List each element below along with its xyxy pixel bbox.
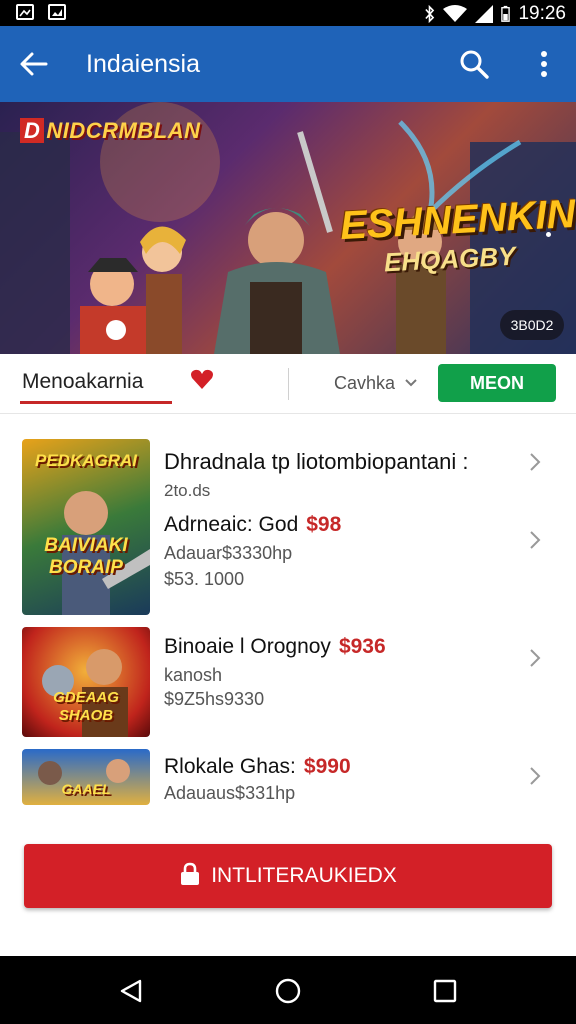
chevron-right-icon[interactable] xyxy=(528,451,542,473)
product-thumbnail: GDEAAG SHAOB xyxy=(22,627,150,737)
product-meta: 2to.ds xyxy=(164,481,211,500)
chevron-right-icon[interactable] xyxy=(528,529,542,551)
wifi-icon xyxy=(443,5,468,22)
banner-tag: D NIDCRMBLAN xyxy=(20,118,200,144)
product-price: $990 xyxy=(303,755,351,778)
recents-square-icon[interactable] xyxy=(432,978,458,1004)
back-arrow-icon[interactable] xyxy=(18,50,48,78)
product-detail: Adauar$3330hp xyxy=(164,543,293,563)
chevron-right-icon[interactable] xyxy=(528,765,542,787)
product-price: $98 xyxy=(306,513,342,536)
product-title: Dhradnala tp liotombiopantani : xyxy=(164,449,469,474)
product-detail: $9Z5hs9330 xyxy=(164,689,265,709)
product-detail: $53. 1000 xyxy=(164,569,245,589)
product-price: $936 xyxy=(338,635,386,658)
primary-action-button[interactable]: INTLITERAUKIEDX xyxy=(24,844,552,908)
tab-active[interactable]: Menoakarnia xyxy=(22,370,143,394)
status-bar: 19:26 xyxy=(0,0,576,26)
battery-icon xyxy=(501,5,511,22)
product-meta: kanosh xyxy=(164,665,223,685)
home-circle-icon[interactable] xyxy=(275,978,301,1004)
search-icon[interactable] xyxy=(458,48,490,80)
list-item[interactable]: PEDKAGRAI BAIVIAKI BORAIP Dhradnala tp l… xyxy=(0,437,576,617)
chevron-right-icon[interactable] xyxy=(528,647,542,669)
lock-icon xyxy=(181,863,200,886)
filter-bar: Menoakarnia Cavhka MEON xyxy=(0,354,576,414)
page-title: Indaiensia xyxy=(86,50,200,78)
list-item[interactable]: GDEAAG SHAOB Binoaie l Orognoy $936 kanos… xyxy=(0,625,576,739)
image-icon xyxy=(16,4,34,20)
product-list: PEDKAGRAI BAIVIAKI BORAIP Dhradnala tp l… xyxy=(0,415,576,810)
bluetooth-icon xyxy=(425,5,435,23)
product-name: Binoaie l Orognoy $936 xyxy=(164,635,386,658)
system-nav-bar xyxy=(0,956,576,1024)
list-item[interactable]: GAAEL Rlokale Ghas: $990 Adauaus$331hp xyxy=(0,749,576,810)
banner-counter-badge: 3B0D2 xyxy=(500,310,564,340)
photo-icon xyxy=(48,4,66,20)
sort-dropdown[interactable]: Cavhka xyxy=(334,373,395,394)
product-name: Rlokale Ghas: $990 xyxy=(164,755,351,778)
hero-banner[interactable]: D NIDCRMBLAN ESHNENKIN EHQAGBY 3B0D2 xyxy=(0,102,576,354)
tab-underline xyxy=(20,401,172,404)
more-vert-icon[interactable] xyxy=(534,50,554,78)
product-name: Adrneaic: God $98 xyxy=(164,513,342,536)
product-thumbnail: GAAEL xyxy=(22,749,150,805)
meon-button[interactable]: MEON xyxy=(438,364,556,402)
clock: 19:26 xyxy=(518,3,566,24)
divider xyxy=(288,368,289,400)
heart-icon[interactable] xyxy=(190,368,214,390)
product-thumbnail: PEDKAGRAI BAIVIAKI BORAIP xyxy=(22,439,150,615)
signal-icon xyxy=(475,5,494,23)
chevron-down-icon[interactable] xyxy=(404,378,418,388)
primary-action-label: INTLITERAUKIEDX xyxy=(211,864,397,887)
back-triangle-icon[interactable] xyxy=(118,978,144,1004)
banner-indicator-dot xyxy=(546,232,551,237)
app-bar: Indaiensia xyxy=(0,26,576,102)
product-detail: Adauaus$331hp xyxy=(164,783,296,803)
